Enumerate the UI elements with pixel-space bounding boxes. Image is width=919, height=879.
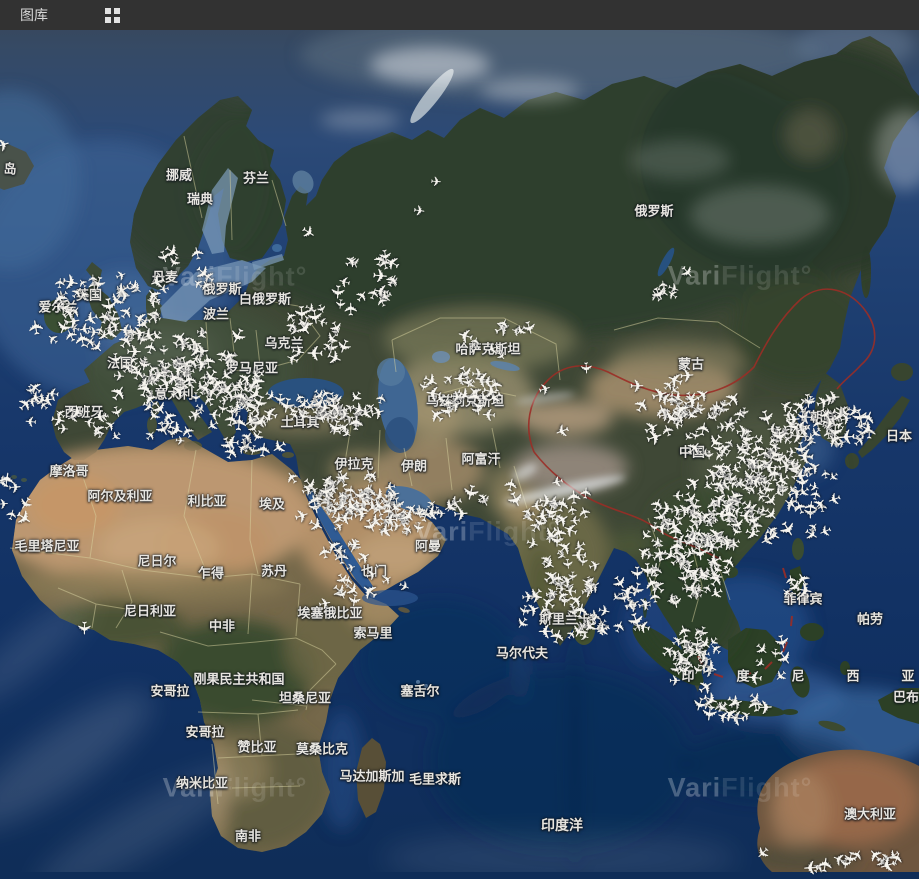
aircraft-icon[interactable]: ✈ [720, 506, 742, 525]
aircraft-icon[interactable]: ✈ [694, 513, 707, 528]
aircraft-icon[interactable]: ✈ [702, 537, 720, 557]
aircraft-icon[interactable]: ✈ [113, 369, 126, 384]
aircraft-icon[interactable]: ✈ [671, 486, 684, 501]
aircraft-icon[interactable]: ✈ [254, 440, 275, 459]
aircraft-icon[interactable]: ✈ [343, 302, 361, 317]
aircraft-icon[interactable]: ✈ [836, 856, 852, 870]
aircraft-icon[interactable]: ✈ [52, 276, 67, 289]
aircraft-icon[interactable]: ✈ [158, 280, 171, 295]
aircraft-icon[interactable]: ✈ [481, 371, 495, 388]
aircraft-icon[interactable]: ✈ [551, 572, 567, 586]
aircraft-icon[interactable]: ✈ [698, 652, 710, 666]
aircraft-icon[interactable]: ✈ [315, 482, 335, 500]
toolbar: 图库 [0, 0, 919, 30]
gallery-button[interactable]: 图库 [20, 5, 48, 25]
aircraft-icon[interactable]: ✈ [785, 494, 799, 510]
aircraft-icon[interactable]: ✈ [87, 273, 100, 284]
aircraft-icon[interactable]: ✈ [682, 546, 696, 562]
aircraft-icon[interactable]: ✈ [820, 468, 834, 480]
aircraft-icon[interactable]: ✈ [820, 415, 837, 434]
aircraft-icon[interactable]: ✈ [538, 492, 555, 512]
aircraft-icon[interactable]: ✈ [759, 448, 773, 460]
aircraft-icon[interactable]: ✈ [74, 620, 92, 635]
aircraft-icon[interactable]: ✈ [679, 366, 696, 385]
aircraft-icon[interactable]: ✈ [802, 855, 819, 875]
aircraft-icon[interactable]: ✈ [669, 675, 682, 690]
aircraft-icon[interactable]: ✈ [328, 503, 342, 519]
aircraft-icon[interactable]: ✈ [316, 398, 333, 417]
aircraft-icon[interactable]: ✈ [577, 361, 593, 375]
aircraft-icon[interactable]: ✈ [317, 596, 333, 614]
aircraft-icon[interactable]: ✈ [27, 317, 49, 337]
aircraft-icon[interactable]: ✈ [708, 403, 721, 418]
aircraft-icon[interactable]: ✈ [106, 351, 124, 367]
aircraft-icon[interactable]: ✈ [348, 414, 368, 431]
aircraft-icon[interactable]: ✈ [803, 499, 821, 515]
aircraft-icon[interactable]: ✈ [86, 326, 99, 342]
aircraft-icon[interactable]: ✈ [224, 430, 241, 450]
aircraft-icon[interactable]: ✈ [430, 175, 442, 189]
aircraft-icon[interactable]: ✈ [796, 442, 816, 465]
aircraft-icon[interactable]: ✈ [685, 578, 701, 596]
aircraft-icon[interactable]: ✈ [412, 204, 426, 220]
aircraft-icon[interactable]: ✈ [0, 471, 20, 490]
aircraft-icon[interactable]: ✈ [657, 499, 675, 520]
grid-icon[interactable] [105, 8, 120, 23]
aircraft-icon[interactable]: ✈ [560, 557, 575, 570]
aircraft-icon[interactable]: ✈ [351, 488, 368, 502]
aircraft-icon[interactable]: ✈ [192, 356, 211, 377]
aircraft-icon[interactable]: ✈ [449, 389, 464, 406]
